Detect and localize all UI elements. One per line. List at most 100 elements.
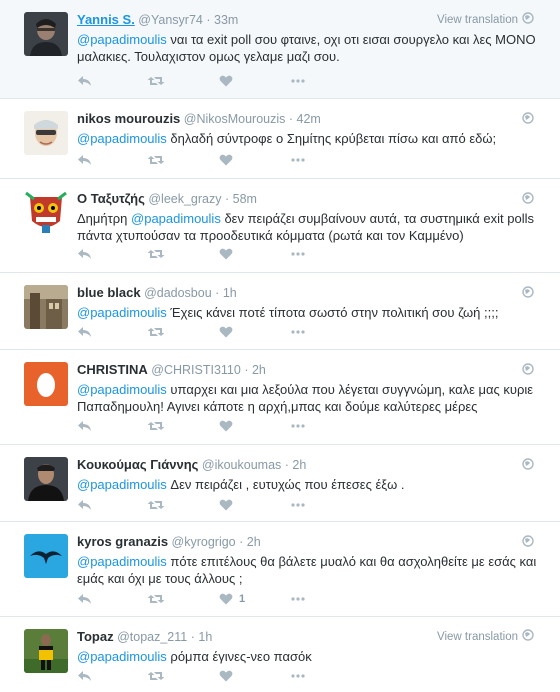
reply-icon[interactable]: [77, 75, 147, 87]
tweet[interactable]: blue black @dadosbou · 1h @papadimoulis …: [0, 273, 560, 350]
mention-link[interactable]: @papadimoulis: [77, 305, 167, 320]
retweet-icon[interactable]: [147, 326, 219, 338]
more-icon[interactable]: [291, 252, 311, 256]
tweet-text: @papadimoulis Έχεις κάνει ποτέ τίποτα σω…: [77, 304, 540, 321]
globe-icon[interactable]: [522, 362, 534, 380]
username[interactable]: @topaz_211: [117, 630, 187, 644]
avatar[interactable]: [24, 534, 68, 578]
mention-link[interactable]: @papadimoulis: [77, 131, 167, 146]
mention-link[interactable]: @papadimoulis: [77, 649, 167, 664]
avatar[interactable]: [24, 629, 68, 673]
globe-icon[interactable]: [522, 534, 534, 552]
globe-icon[interactable]: [522, 111, 534, 129]
retweet-icon[interactable]: [147, 670, 219, 682]
timestamp[interactable]: 42m: [297, 112, 321, 126]
mention-link[interactable]: @papadimoulis: [77, 477, 167, 492]
tweet[interactable]: nikos mourouzis @NikosMourouzis · 42m @p…: [0, 99, 560, 179]
tweet[interactable]: kyros granazis @kyrogrigo · 2h @papadimo…: [0, 522, 560, 617]
tweet-text: @papadimoulis ρόμπα έγινες-νεο πασόκ: [77, 648, 540, 665]
like-icon[interactable]: 1: [219, 593, 291, 605]
separator-dot: ·: [224, 192, 230, 206]
mention-link[interactable]: @papadimoulis: [77, 554, 167, 569]
retweet-icon[interactable]: [147, 593, 219, 605]
display-name[interactable]: Κουκούμας Γιάννης: [77, 457, 198, 472]
username[interactable]: @Yansyr74: [138, 13, 203, 27]
retweet-icon[interactable]: [147, 75, 219, 87]
username[interactable]: @NikosMourouzis: [184, 112, 286, 126]
retweet-icon[interactable]: [147, 420, 219, 432]
timestamp[interactable]: 1h: [198, 630, 212, 644]
reply-icon[interactable]: [77, 326, 147, 338]
like-icon[interactable]: [219, 154, 291, 166]
display-name[interactable]: kyros granazis: [77, 534, 168, 549]
display-name[interactable]: Yannis S.: [77, 12, 135, 27]
timestamp[interactable]: 2h: [247, 535, 261, 549]
reply-icon[interactable]: [77, 248, 147, 260]
like-icon[interactable]: [219, 75, 291, 87]
tweet-body: Δεν πειράζει , ευτυχώς που έπεσες έξω .: [166, 477, 405, 492]
tweet-actions: [77, 152, 311, 168]
globe-icon[interactable]: [522, 457, 534, 475]
more-icon[interactable]: [291, 79, 311, 83]
username[interactable]: @leek_grazy: [148, 192, 221, 206]
globe-icon[interactable]: [522, 191, 534, 209]
like-icon[interactable]: [219, 499, 291, 511]
reply-icon[interactable]: [77, 420, 147, 432]
timestamp[interactable]: 58m: [233, 192, 257, 206]
more-icon[interactable]: [291, 158, 311, 162]
more-icon[interactable]: [291, 330, 311, 334]
view-translation-label: View translation: [437, 630, 518, 643]
tweet-actions: [77, 324, 311, 340]
retweet-icon[interactable]: [147, 154, 219, 166]
view-translation-link[interactable]: View translation: [437, 12, 534, 27]
retweet-icon[interactable]: [147, 248, 219, 260]
reply-icon[interactable]: [77, 670, 147, 682]
separator-dot: ·: [206, 13, 211, 27]
like-icon[interactable]: [219, 326, 291, 338]
tweet[interactable]: CHRISTINA @CHRISTI3110 · 2h @papadimouli…: [0, 350, 560, 445]
avatar[interactable]: [24, 191, 68, 235]
reply-icon[interactable]: [77, 593, 147, 605]
username[interactable]: @dadosbou: [144, 286, 212, 300]
username[interactable]: @ikoukoumas: [202, 458, 281, 472]
username[interactable]: @CHRISTI3110: [151, 363, 241, 377]
display-name[interactable]: Topaz: [77, 629, 114, 644]
view-translation-link[interactable]: View translation: [437, 629, 534, 644]
more-icon[interactable]: [291, 424, 311, 428]
like-icon[interactable]: [219, 248, 291, 260]
tweet[interactable]: Topaz @topaz_211 · 1h @papadimoulis ρόμπ…: [0, 617, 560, 692]
like-icon[interactable]: [219, 420, 291, 432]
separator-dot: ·: [239, 535, 244, 549]
mention-link[interactable]: @papadimoulis: [77, 382, 167, 397]
more-icon[interactable]: [291, 674, 311, 678]
tweet[interactable]: Κουκούμας Γιάννης @ikoukoumas · 2h @papa…: [0, 445, 560, 522]
avatar[interactable]: [24, 362, 68, 406]
mention-link[interactable]: @papadimoulis: [77, 32, 167, 47]
reply-icon[interactable]: [77, 499, 147, 511]
avatar[interactable]: [24, 12, 68, 56]
display-name[interactable]: Ο Ταξυτζής: [77, 191, 145, 206]
timestamp[interactable]: 33m: [214, 13, 238, 27]
display-name[interactable]: blue black: [77, 285, 141, 300]
timestamp[interactable]: 2h: [252, 363, 266, 377]
username[interactable]: @kyrogrigo: [172, 535, 236, 549]
more-icon[interactable]: [291, 597, 311, 601]
mention-link[interactable]: @papadimoulis: [131, 211, 221, 226]
tweet-actions: 1: [77, 591, 311, 607]
avatar[interactable]: [24, 457, 68, 501]
reply-icon[interactable]: [77, 154, 147, 166]
display-name[interactable]: nikos mourouzis: [77, 111, 180, 126]
globe-icon[interactable]: [522, 285, 534, 303]
tweet[interactable]: Ο Ταξυτζής @leek_grazy · 58m Δημήτρη @pa…: [0, 179, 560, 273]
tweet-body: Έχεις κάνει ποτέ τίποτα σωστό στην πολιτ…: [166, 305, 499, 320]
retweet-icon[interactable]: [147, 499, 219, 511]
avatar[interactable]: [24, 285, 68, 329]
more-icon[interactable]: [291, 503, 311, 507]
tweet[interactable]: Yannis S. @Yansyr74 · 33m @papadimoulis …: [0, 0, 560, 99]
avatar[interactable]: [24, 111, 68, 155]
timestamp[interactable]: 1h: [223, 286, 237, 300]
display-name[interactable]: CHRISTINA: [77, 362, 148, 377]
timestamp[interactable]: 2h: [292, 458, 306, 472]
like-icon[interactable]: [219, 670, 291, 682]
tweet-text: @papadimoulis υπαρχει και μια λεξούλα πο…: [77, 381, 540, 415]
